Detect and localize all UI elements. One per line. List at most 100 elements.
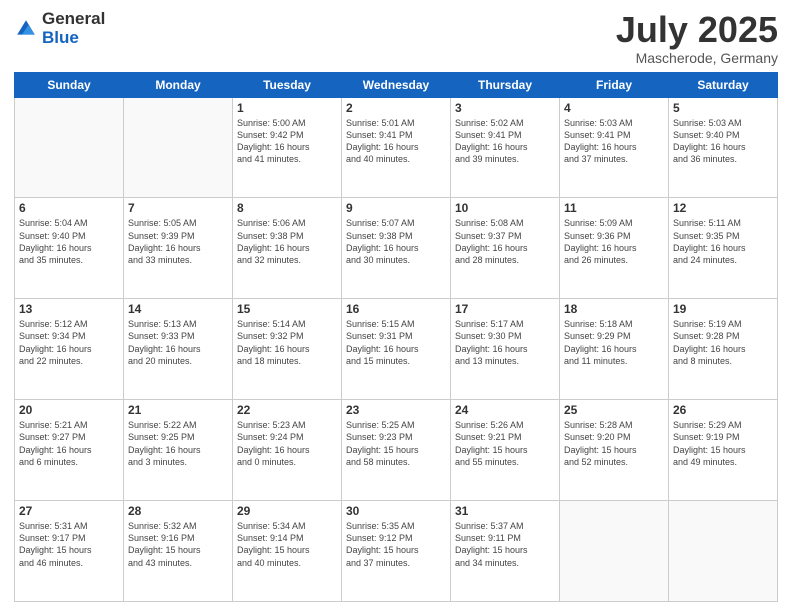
calendar-header-row: Sunday Monday Tuesday Wednesday Thursday… xyxy=(15,72,778,97)
location-subtitle: Mascherode, Germany xyxy=(616,50,778,66)
day-number: 18 xyxy=(564,302,664,316)
day-number: 19 xyxy=(673,302,773,316)
calendar-body: 1Sunrise: 5:00 AM Sunset: 9:42 PM Daylig… xyxy=(15,97,778,601)
day-info: Sunrise: 5:21 AM Sunset: 9:27 PM Dayligh… xyxy=(19,419,119,468)
table-row: 23Sunrise: 5:25 AM Sunset: 9:23 PM Dayli… xyxy=(342,400,451,501)
day-number: 25 xyxy=(564,403,664,417)
day-info: Sunrise: 5:03 AM Sunset: 9:41 PM Dayligh… xyxy=(564,117,664,166)
day-info: Sunrise: 5:26 AM Sunset: 9:21 PM Dayligh… xyxy=(455,419,555,468)
table-row: 30 Sunrise: 5:35 AM Sunset: 9:12 PM Dayli… xyxy=(342,501,451,602)
day-info: Sunrise: 5:12 AM Sunset: 9:34 PM Dayligh… xyxy=(19,318,119,367)
day-number: 26 xyxy=(673,403,773,417)
day-info: Sunrise: 5:06 AM Sunset: 9:38 PM Dayligh… xyxy=(237,217,337,266)
day-info: Sunrise: 5:03 AM Sunset: 9:40 PM Dayligh… xyxy=(673,117,773,166)
day-number: 3 xyxy=(455,101,555,115)
day-number: 12 xyxy=(673,201,773,215)
table-row: 25Sunrise: 5:28 AM Sunset: 9:20 PM Dayli… xyxy=(560,400,669,501)
logo-general-text: General xyxy=(42,10,105,29)
calendar-week-row: 20 Sunrise: 5:21 AM Sunset: 9:27 PM Dayli… xyxy=(15,400,778,501)
logo-icon xyxy=(14,17,38,41)
table-row: 11Sunrise: 5:09 AM Sunset: 9:36 PM Dayli… xyxy=(560,198,669,299)
day-info: Sunrise: 5:11 AM Sunset: 9:35 PM Dayligh… xyxy=(673,217,773,266)
col-wednesday: Wednesday xyxy=(342,72,451,97)
title-block: July 2025 Mascherode, Germany xyxy=(616,10,778,66)
day-number: 9 xyxy=(346,201,446,215)
day-info: Sunrise: 5:00 AM Sunset: 9:42 PM Dayligh… xyxy=(237,117,337,166)
col-friday: Friday xyxy=(560,72,669,97)
table-row: 28Sunrise: 5:32 AM Sunset: 9:16 PM Dayli… xyxy=(124,501,233,602)
day-info: Sunrise: 5:29 AM Sunset: 9:19 PM Dayligh… xyxy=(673,419,773,468)
table-row: 26 Sunrise: 5:29 AM Sunset: 9:19 PM Dayli… xyxy=(669,400,778,501)
table-row: 29 Sunrise: 5:34 AM Sunset: 9:14 PM Dayli… xyxy=(233,501,342,602)
day-number: 7 xyxy=(128,201,228,215)
day-info: Sunrise: 5:08 AM Sunset: 9:37 PM Dayligh… xyxy=(455,217,555,266)
table-row: 9 Sunrise: 5:07 AM Sunset: 9:38 PM Daylig… xyxy=(342,198,451,299)
calendar-week-row: 27 Sunrise: 5:31 AM Sunset: 9:17 PM Dayli… xyxy=(15,501,778,602)
day-number: 27 xyxy=(19,504,119,518)
day-info: Sunrise: 5:01 AM Sunset: 9:41 PM Dayligh… xyxy=(346,117,446,166)
calendar-week-row: 6 Sunrise: 5:04 AM Sunset: 9:40 PM Daylig… xyxy=(15,198,778,299)
calendar-table: Sunday Monday Tuesday Wednesday Thursday… xyxy=(14,72,778,602)
table-row: 13 Sunrise: 5:12 AM Sunset: 9:34 PM Dayli… xyxy=(15,299,124,400)
day-number: 20 xyxy=(19,403,119,417)
day-number: 6 xyxy=(19,201,119,215)
day-info: Sunrise: 5:15 AM Sunset: 9:31 PM Dayligh… xyxy=(346,318,446,367)
table-row: 19Sunrise: 5:19 AM Sunset: 9:28 PM Dayli… xyxy=(669,299,778,400)
day-info: Sunrise: 5:34 AM Sunset: 9:14 PM Dayligh… xyxy=(237,520,337,569)
table-row: 14Sunrise: 5:13 AM Sunset: 9:33 PM Dayli… xyxy=(124,299,233,400)
day-number: 21 xyxy=(128,403,228,417)
day-info: Sunrise: 5:31 AM Sunset: 9:17 PM Dayligh… xyxy=(19,520,119,569)
table-row: 2 Sunrise: 5:01 AM Sunset: 9:41 PM Daylig… xyxy=(342,97,451,198)
day-info: Sunrise: 5:04 AM Sunset: 9:40 PM Dayligh… xyxy=(19,217,119,266)
day-number: 16 xyxy=(346,302,446,316)
table-row: 6 Sunrise: 5:04 AM Sunset: 9:40 PM Daylig… xyxy=(15,198,124,299)
table-row xyxy=(124,97,233,198)
table-row: 22Sunrise: 5:23 AM Sunset: 9:24 PM Dayli… xyxy=(233,400,342,501)
day-info: Sunrise: 5:22 AM Sunset: 9:25 PM Dayligh… xyxy=(128,419,228,468)
day-number: 30 xyxy=(346,504,446,518)
day-info: Sunrise: 5:17 AM Sunset: 9:30 PM Dayligh… xyxy=(455,318,555,367)
col-tuesday: Tuesday xyxy=(233,72,342,97)
month-title: July 2025 xyxy=(616,10,778,50)
day-info: Sunrise: 5:14 AM Sunset: 9:32 PM Dayligh… xyxy=(237,318,337,367)
day-number: 4 xyxy=(564,101,664,115)
table-row: 10Sunrise: 5:08 AM Sunset: 9:37 PM Dayli… xyxy=(451,198,560,299)
logo-text: General Blue xyxy=(42,10,105,47)
day-info: Sunrise: 5:05 AM Sunset: 9:39 PM Dayligh… xyxy=(128,217,228,266)
page: General Blue July 2025 Mascherode, Germa… xyxy=(0,0,792,612)
day-number: 8 xyxy=(237,201,337,215)
logo: General Blue xyxy=(14,10,105,47)
day-number: 23 xyxy=(346,403,446,417)
day-number: 28 xyxy=(128,504,228,518)
table-row: 20 Sunrise: 5:21 AM Sunset: 9:27 PM Dayli… xyxy=(15,400,124,501)
col-saturday: Saturday xyxy=(669,72,778,97)
day-info: Sunrise: 5:35 AM Sunset: 9:12 PM Dayligh… xyxy=(346,520,446,569)
day-info: Sunrise: 5:09 AM Sunset: 9:36 PM Dayligh… xyxy=(564,217,664,266)
header: General Blue July 2025 Mascherode, Germa… xyxy=(14,10,778,66)
table-row: 3Sunrise: 5:02 AM Sunset: 9:41 PM Daylig… xyxy=(451,97,560,198)
day-info: Sunrise: 5:23 AM Sunset: 9:24 PM Dayligh… xyxy=(237,419,337,468)
logo-blue-text: Blue xyxy=(42,29,105,48)
day-number: 5 xyxy=(673,101,773,115)
col-monday: Monday xyxy=(124,72,233,97)
table-row: 1Sunrise: 5:00 AM Sunset: 9:42 PM Daylig… xyxy=(233,97,342,198)
day-info: Sunrise: 5:37 AM Sunset: 9:11 PM Dayligh… xyxy=(455,520,555,569)
day-info: Sunrise: 5:13 AM Sunset: 9:33 PM Dayligh… xyxy=(128,318,228,367)
table-row xyxy=(560,501,669,602)
table-row: 31 Sunrise: 5:37 AM Sunset: 9:11 PM Dayli… xyxy=(451,501,560,602)
table-row: 16 Sunrise: 5:15 AM Sunset: 9:31 PM Dayli… xyxy=(342,299,451,400)
day-info: Sunrise: 5:07 AM Sunset: 9:38 PM Dayligh… xyxy=(346,217,446,266)
day-number: 15 xyxy=(237,302,337,316)
day-number: 2 xyxy=(346,101,446,115)
day-number: 29 xyxy=(237,504,337,518)
day-number: 31 xyxy=(455,504,555,518)
table-row: 4 Sunrise: 5:03 AM Sunset: 9:41 PM Daylig… xyxy=(560,97,669,198)
table-row xyxy=(15,97,124,198)
day-number: 13 xyxy=(19,302,119,316)
table-row: 24 Sunrise: 5:26 AM Sunset: 9:21 PM Dayli… xyxy=(451,400,560,501)
day-number: 24 xyxy=(455,403,555,417)
calendar-week-row: 1Sunrise: 5:00 AM Sunset: 9:42 PM Daylig… xyxy=(15,97,778,198)
table-row: 21 Sunrise: 5:22 AM Sunset: 9:25 PM Dayli… xyxy=(124,400,233,501)
col-thursday: Thursday xyxy=(451,72,560,97)
table-row: 27 Sunrise: 5:31 AM Sunset: 9:17 PM Dayli… xyxy=(15,501,124,602)
